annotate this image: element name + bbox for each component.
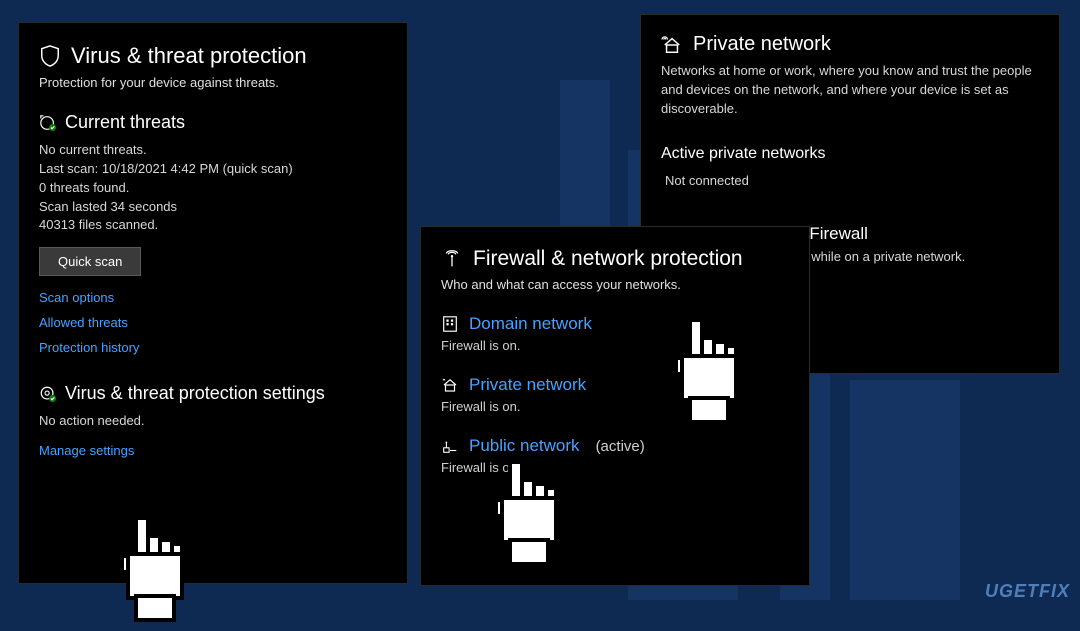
public-network-link[interactable]: Public network: [469, 436, 580, 456]
domain-network-link[interactable]: Domain network: [469, 314, 592, 334]
public-network-active-tag: (active): [596, 438, 645, 455]
scan-duration-text: Scan lasted 34 seconds: [39, 198, 387, 217]
firewall-panel-title: Firewall & network protection: [473, 247, 743, 271]
protection-history-link[interactable]: Protection history: [39, 340, 387, 355]
virus-panel-subtitle: Protection for your device against threa…: [39, 75, 387, 90]
firewall-panel-subtitle: Who and what can access your networks.: [441, 277, 789, 292]
current-threats-heading: Current threats: [65, 112, 185, 133]
scan-options-link[interactable]: Scan options: [39, 290, 387, 305]
manage-settings-link[interactable]: Manage settings: [39, 443, 387, 458]
not-connected-label: Not connected: [665, 173, 1039, 188]
firewall-antenna-icon: [441, 248, 463, 270]
private-network-icon-small: [441, 376, 459, 394]
allowed-threats-link[interactable]: Allowed threats: [39, 315, 387, 330]
firewall-network-panel: Firewall & network protection Who and wh…: [420, 226, 810, 586]
vtp-settings-status: No action needed.: [39, 412, 387, 431]
quick-scan-button[interactable]: Quick scan: [39, 247, 141, 276]
domain-network-icon: [441, 315, 459, 333]
watermark: UGETFIX: [985, 581, 1070, 602]
threats-found-text: 0 threats found.: [39, 179, 387, 198]
files-scanned-text: 40313 files scanned.: [39, 216, 387, 235]
domain-network-status: Firewall is on.: [441, 338, 789, 353]
virus-panel-title: Virus & threat protection: [71, 43, 307, 69]
active-private-networks-heading: Active private networks: [661, 145, 1039, 163]
public-network-icon: [441, 437, 459, 455]
public-network-status: Firewall is on.: [441, 460, 789, 475]
vtp-settings-heading: Virus & threat protection settings: [65, 383, 325, 404]
shield-icon: [39, 44, 61, 68]
current-threats-status: No current threats.: [39, 141, 387, 160]
private-network-icon: [661, 35, 683, 55]
virus-threat-panel: Virus & threat protection Protection for…: [18, 22, 408, 584]
private-network-subtitle: Networks at home or work, where you know…: [661, 62, 1039, 119]
bg-stripe: [850, 380, 960, 600]
private-network-status: Firewall is on.: [441, 399, 789, 414]
gear-check-icon: [39, 385, 57, 403]
history-check-icon: [39, 114, 57, 132]
private-network-link[interactable]: Private network: [469, 375, 586, 395]
private-network-title: Private network: [693, 33, 831, 56]
last-scan-text: Last scan: 10/18/2021 4:42 PM (quick sca…: [39, 160, 387, 179]
